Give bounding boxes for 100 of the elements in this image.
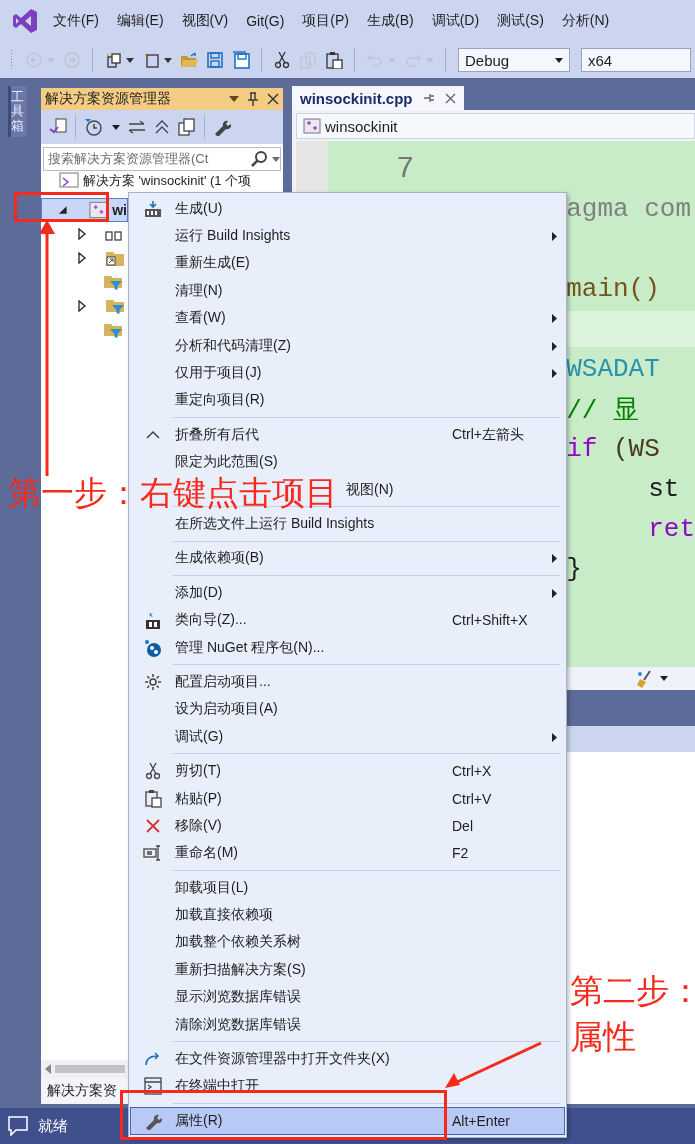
menu-item[interactable]: 测试(S): [488, 12, 553, 30]
menu-item[interactable]: 视图(V): [172, 12, 238, 30]
close-icon: [267, 93, 279, 105]
expander-icon: [77, 300, 87, 312]
menu-item[interactable]: 重新生成(E): [130, 249, 565, 278]
toolbar-grip[interactable]: [10, 49, 14, 71]
menu-item[interactable]: 仅用于项目(J): [130, 359, 565, 387]
submenu-arrow-icon: [552, 314, 557, 324]
menu-item[interactable]: 生成(B): [358, 12, 423, 30]
platform-dropdown[interactable]: x64: [581, 48, 691, 72]
solution-icon: [59, 172, 79, 188]
caret-icon: [660, 676, 668, 681]
history-icon: [84, 118, 104, 136]
new-project-icon: [104, 51, 122, 69]
search-field[interactable]: 搜索解决方案资源管理器(Ct: [43, 147, 281, 171]
menu-item[interactable]: 属性(R) Alt+Enter: [130, 1107, 565, 1135]
menu-item[interactable]: 视图(N): [345, 475, 565, 504]
menu-item[interactable]: 限定为此范围(S): [130, 448, 565, 476]
class-wizard-icon: [145, 610, 161, 631]
search-icon: [250, 150, 268, 168]
code-line: st: [648, 474, 680, 504]
build-icon: [144, 199, 162, 218]
menu-item[interactable]: 编辑(E): [107, 12, 173, 30]
menu-item[interactable]: 文件(F): [44, 12, 108, 30]
project-icon: [89, 201, 109, 219]
caret-icon: [426, 57, 434, 63]
caret-icon: [388, 57, 396, 63]
toolbox-tab[interactable]: 工具箱: [8, 86, 27, 137]
code-line: if (WS: [566, 434, 660, 464]
editor-tab[interactable]: winsockinit.cpp: [292, 86, 464, 110]
menu-item[interactable]: 生成依赖项(B): [130, 544, 565, 573]
menu-item[interactable]: 类向导(Z)... Ctrl+Shift+X: [130, 606, 565, 634]
menu-item[interactable]: 折叠所有后代 Ctrl+左箭头: [130, 421, 565, 449]
pin-icon: [422, 92, 435, 104]
menu-item[interactable]: 清除浏览数据库错误: [130, 1010, 565, 1039]
close-icon: [444, 92, 456, 104]
menu-item[interactable]: 清理(N): [130, 277, 565, 305]
submenu-arrow-icon: [552, 554, 557, 564]
menu-item[interactable]: 分析和代码清理(Z): [130, 331, 565, 360]
wrench-icon: [213, 118, 231, 136]
menu-item[interactable]: 加载整个依赖关系树: [130, 928, 565, 957]
menu-item[interactable]: 剪切(T) Ctrl+X: [130, 757, 565, 785]
submenu-arrow-icon: [552, 369, 557, 379]
caret-icon: [126, 57, 134, 63]
menu-item[interactable]: 添加(D): [130, 579, 565, 607]
forward-icon: [63, 51, 81, 69]
submenu-arrow-icon: [552, 732, 557, 742]
menu-item[interactable]: 重新扫描解决方案(S): [130, 956, 565, 984]
curved-arrow-icon: [144, 1051, 162, 1067]
menu-item[interactable]: 加载直接依赖项: [130, 901, 565, 929]
code-line: main(): [566, 274, 660, 304]
expander-icon: [77, 228, 87, 240]
menu-item[interactable]: 重定向项目(R): [130, 386, 565, 415]
menu-item[interactable]: 调试(D): [422, 12, 489, 30]
terminal-icon: [144, 1077, 162, 1096]
menu-item[interactable]: 移除(V) Del: [130, 812, 565, 840]
menu-item[interactable]: 重命名(M) F2: [130, 839, 565, 867]
gear-icon: [144, 672, 162, 691]
configuration-dropdown[interactable]: Debug: [458, 48, 570, 72]
filter-folder-icon: [103, 321, 123, 339]
menu-item[interactable]: 显示浏览数据库错误: [130, 983, 565, 1011]
caret-icon: [555, 57, 563, 63]
save-icon: [206, 51, 224, 69]
menu-item[interactable]: 设为启动项目(A): [130, 695, 565, 724]
panel-title: 解决方案资源管理器: [45, 90, 172, 108]
navigation-bar[interactable]: winsockinit: [296, 113, 695, 139]
scrollbar-thumb[interactable]: [55, 1065, 125, 1073]
code-line: agma com: [566, 194, 691, 224]
tree-row[interactable]: wi: [41, 198, 128, 222]
menu-item[interactable]: 在所选文件上运行 Build Insights: [130, 510, 565, 538]
menu-item[interactable]: Git(G): [237, 13, 294, 29]
menu-item[interactable]: 管理 NuGet 程序包(N)...: [130, 633, 565, 662]
tree-item-label[interactable]: 解决方案 'winsockinit' (1 个项: [83, 172, 252, 190]
menu-item[interactable]: 生成(U): [130, 195, 565, 223]
pin-icon: [247, 92, 259, 106]
code-line: ret: [648, 514, 695, 544]
menu-item[interactable]: 项目(P): [293, 12, 358, 30]
filter-folder-icon: [103, 273, 123, 291]
scroll-left-icon: [45, 1064, 51, 1074]
caret-icon: [47, 57, 55, 63]
menu-item[interactable]: 分析(N): [552, 12, 619, 30]
menu-item[interactable]: 查看(W): [130, 304, 565, 332]
annotation-text: 第二步：: [570, 972, 695, 1010]
open-folder-icon: [180, 51, 198, 69]
menu-item[interactable]: 调试(G): [130, 723, 565, 751]
menu-item[interactable]: 运行 Build Insights: [130, 222, 565, 250]
copy-icon: [299, 51, 317, 69]
paste-icon: [325, 51, 343, 69]
chat-icon: [8, 1116, 28, 1136]
menu-item[interactable]: 粘贴(P) Ctrl+V: [130, 784, 565, 813]
rename-icon: [143, 845, 163, 862]
new-item-icon: [142, 51, 160, 69]
chevron-up-icon: [146, 430, 160, 440]
caret-icon: [229, 96, 239, 102]
menu-item[interactable]: 在文件资源管理器中打开文件夹(X): [130, 1045, 565, 1073]
line-number: 7: [396, 152, 415, 186]
menu-item[interactable]: 卸载项目(L): [130, 874, 565, 902]
collapse-all-icon: [154, 119, 170, 135]
save-all-icon: [232, 51, 250, 69]
menu-item[interactable]: 配置启动项目...: [130, 668, 565, 696]
